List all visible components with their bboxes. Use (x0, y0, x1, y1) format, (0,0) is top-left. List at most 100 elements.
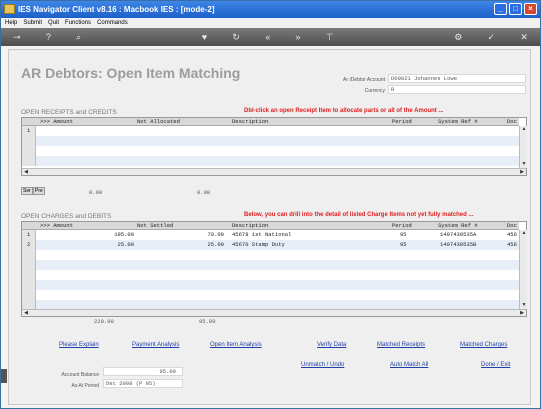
charges-section-title: OPEN CHARGES and DEBITS (21, 213, 112, 220)
check-icon[interactable]: ✓ (488, 32, 496, 43)
key-icon[interactable]: ⊸ (13, 32, 21, 43)
account-field[interactable]: D00021 Johannes Lowe (388, 74, 526, 83)
account-balance-field: 95.00 (103, 367, 183, 376)
table-row[interactable] (22, 290, 519, 300)
currency-label: Currency (364, 88, 385, 94)
toolbar: ⊸ ? ⌕ ♥ ↻ « » ⊤ ⚙ ✓ ✕ (1, 28, 540, 46)
receipts-instruction: Dbl-click an open Receipt Item to alloca… (244, 108, 444, 114)
cell-doc: 456 (507, 241, 517, 248)
col-description[interactable]: Description (232, 222, 268, 229)
scroll-down-icon[interactable]: ▼ (520, 302, 528, 309)
receipts-horizontal-scrollbar[interactable]: ◀ ▶ (22, 168, 526, 175)
period-field: Dec 2008 (P 95) (103, 379, 183, 388)
gear-icon[interactable]: ⚙ (454, 32, 462, 43)
receipts-grid: >>> Amount Not Allocated Description Per… (21, 117, 527, 176)
unmatch-undo-link[interactable]: Unmatch / Undo (301, 362, 344, 368)
col-period[interactable]: Period (392, 222, 412, 229)
charges-grid-header: >>> Amount Not Settled Description Perio… (22, 222, 519, 230)
col-not-settled[interactable]: Not Settled (137, 222, 173, 229)
cell-system-ref: 1497439535A (440, 231, 477, 238)
payment-analysis-link[interactable]: Payment Analysis (132, 342, 179, 348)
table-row[interactable] (22, 260, 519, 270)
menu-functions[interactable]: Functions (65, 18, 91, 28)
auto-match-all-link[interactable]: Auto Match All (390, 362, 428, 368)
charges-total-not-settled: 95.00 (199, 318, 216, 325)
col-doc[interactable]: Doc (507, 118, 517, 125)
heart-icon[interactable]: ♥ (202, 32, 207, 42)
open-item-analysis-link[interactable]: Open Item Analysis (210, 342, 262, 348)
cell-not-settled: 25.00 (207, 241, 224, 248)
help-icon[interactable]: ? (46, 32, 51, 42)
col-description[interactable]: Description (232, 118, 268, 125)
col-amount[interactable]: >>> Amount (40, 118, 73, 125)
minimize-button[interactable]: _ (494, 3, 507, 15)
charges-grid: >>> Amount Not Settled Description Perio… (21, 221, 527, 317)
charges-total-amount: 220.00 (94, 318, 114, 325)
scroll-left-icon[interactable]: ◀ (22, 169, 30, 176)
table-row[interactable] (22, 146, 519, 156)
table-row[interactable] (22, 250, 519, 260)
menu-commands[interactable]: Commands (97, 18, 128, 28)
side-handle-icon (1, 369, 7, 383)
col-period[interactable]: Period (392, 118, 412, 125)
cell-description: 45678 1st National (232, 231, 292, 238)
col-not-allocated[interactable]: Not Allocated (137, 118, 180, 125)
scroll-up-icon[interactable]: ▲ (520, 230, 528, 237)
receipts-total-not-allocated: 0.00 (197, 189, 211, 196)
receipts-tab-pre[interactable]: Pre (33, 187, 45, 195)
receipts-section-title: OPEN RECEIPTS and CREDITS (21, 109, 117, 116)
rewind-icon[interactable]: « (265, 32, 270, 42)
window-title: IES Navigator Client v8.16 : Macbook IES… (18, 5, 215, 14)
table-row[interactable] (22, 280, 519, 290)
app-window: IES Navigator Client v8.16 : Macbook IES… (0, 0, 541, 409)
menu-submit[interactable]: Submit (23, 18, 42, 28)
menu-quit[interactable]: Quit (48, 18, 59, 28)
cell-period: 95 (400, 231, 407, 238)
close-window-button[interactable]: × (524, 3, 537, 15)
period-label: As At Period (71, 383, 99, 389)
fast-forward-icon[interactable]: » (295, 32, 300, 42)
cell-not-settled: 70.00 (207, 231, 224, 238)
verify-data-link[interactable]: Verify Data (317, 342, 346, 348)
search-icon[interactable]: ⌕ (76, 32, 81, 43)
menu-bar: Help Submit Quit Functions Commands (1, 18, 540, 28)
scroll-down-icon[interactable]: ▼ (520, 161, 528, 168)
cell-amount: 195.00 (114, 231, 134, 238)
table-row[interactable]: 1 (22, 126, 519, 136)
charges-instruction: Below, you can drill into the detail of … (244, 212, 474, 218)
col-doc[interactable]: Doc (507, 222, 517, 229)
receipts-tab-ser[interactable]: Ser (21, 187, 33, 195)
scroll-right-icon[interactable]: ▶ (518, 169, 526, 176)
done-exit-link[interactable]: Done / Exit (481, 362, 510, 368)
row-number: 2 (27, 241, 31, 248)
scroll-right-icon[interactable]: ▶ (518, 310, 526, 317)
title-bar: IES Navigator Client v8.16 : Macbook IES… (1, 1, 540, 18)
menu-help[interactable]: Help (5, 18, 17, 28)
cell-system-ref: 1497439535B (440, 241, 477, 248)
table-row[interactable]: 2 25.00 25.00 45670 Stamp Duty 95 149743… (22, 240, 519, 250)
matched-charges-link[interactable]: Matched Charges (460, 342, 507, 348)
close-icon[interactable]: ✕ (520, 32, 528, 43)
col-system-ref[interactable]: System Ref # (438, 222, 478, 229)
table-row[interactable] (22, 270, 519, 280)
row-number: 1 (27, 127, 31, 134)
table-row[interactable]: 1 195.00 70.00 45678 1st National 95 149… (22, 230, 519, 240)
col-system-ref[interactable]: System Ref # (438, 118, 478, 125)
matched-receipts-link[interactable]: Matched Receipts (377, 342, 425, 348)
table-row[interactable] (22, 156, 519, 166)
app-icon (4, 4, 15, 14)
table-row[interactable] (22, 136, 519, 146)
row-number: 1 (27, 231, 31, 238)
refresh-icon[interactable]: ↻ (232, 32, 240, 43)
scroll-left-icon[interactable]: ◀ (22, 310, 30, 317)
please-explain-link[interactable]: Please Explain (59, 342, 99, 348)
receipts-vertical-scrollbar[interactable]: ▲ ▼ (519, 126, 527, 168)
cell-doc: 456 (507, 231, 517, 238)
charges-horizontal-scrollbar[interactable]: ◀ ▶ (22, 309, 526, 316)
charges-vertical-scrollbar[interactable]: ▲ ▼ (519, 230, 527, 309)
currency-field[interactable]: R (388, 85, 526, 94)
maximize-button[interactable]: □ (509, 3, 522, 15)
scroll-up-icon[interactable]: ▲ (520, 126, 528, 133)
col-amount[interactable]: >>> Amount (40, 222, 73, 229)
pin-icon[interactable]: ⊤ (326, 32, 334, 43)
